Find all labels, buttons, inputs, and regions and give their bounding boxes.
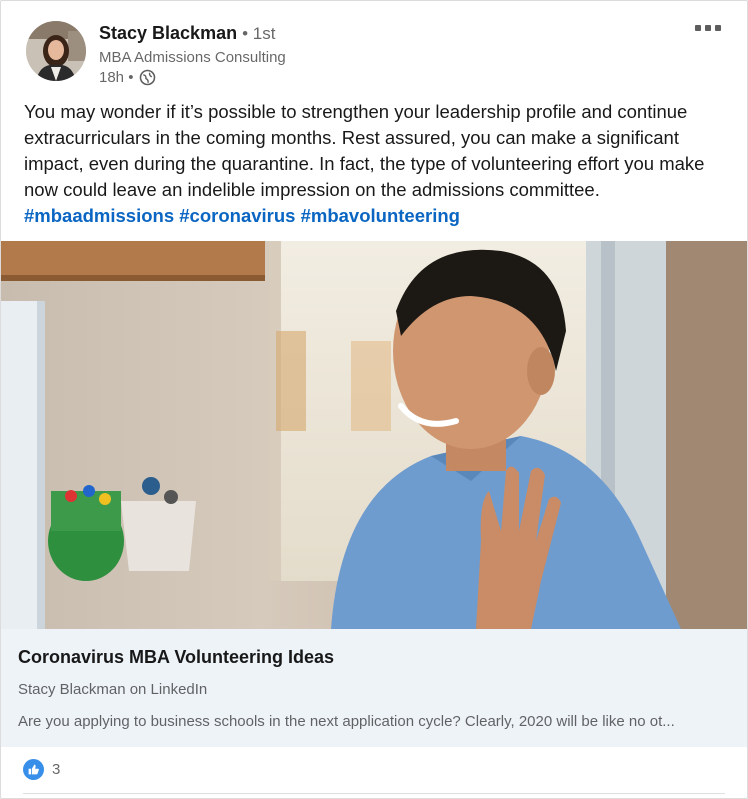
hashtag-link[interactable]: #mbaadmissions bbox=[24, 205, 174, 226]
article-source: Stacy Blackman on LinkedIn bbox=[18, 681, 208, 698]
actor-avatar[interactable] bbox=[26, 21, 86, 81]
actor-headline: MBA Admissions Consulting bbox=[99, 49, 286, 66]
connection-degree: • 1st bbox=[242, 24, 276, 43]
feed-post-card: Stacy Blackman • 1st MBA Admissions Cons… bbox=[0, 0, 748, 799]
hashtag-list: #mbaadmissions #coronavirus #mbavoluntee… bbox=[24, 203, 734, 229]
globe-icon bbox=[140, 69, 156, 86]
like-icon bbox=[23, 759, 44, 780]
article-title[interactable]: Coronavirus MBA Volunteering Ideas bbox=[18, 647, 334, 668]
post-timestamp-row: 18h • bbox=[99, 69, 156, 86]
commentary-text: You may wonder if it’s possible to stren… bbox=[24, 101, 705, 200]
post-timestamp: 18h • bbox=[99, 69, 134, 86]
actor-name[interactable]: Stacy Blackman bbox=[99, 23, 237, 43]
ellipsis-icon[interactable] bbox=[691, 17, 725, 39]
social-counts[interactable]: 3 bbox=[23, 759, 60, 780]
actor-name-row[interactable]: Stacy Blackman • 1st bbox=[99, 23, 275, 44]
article-meta[interactable]: Coronavirus MBA Volunteering Ideas Stacy… bbox=[1, 629, 747, 747]
hashtag-link[interactable]: #coronavirus bbox=[179, 205, 295, 226]
reaction-count[interactable]: 3 bbox=[52, 761, 60, 778]
article-photo bbox=[1, 241, 747, 629]
hashtag-link[interactable]: #mbavolunteering bbox=[301, 205, 460, 226]
article-description: Are you applying to business schools in … bbox=[18, 713, 675, 730]
article-image[interactable] bbox=[1, 241, 747, 629]
social-divider bbox=[23, 793, 725, 794]
post-commentary: You may wonder if it’s possible to stren… bbox=[24, 99, 734, 229]
avatar-photo bbox=[26, 21, 86, 81]
